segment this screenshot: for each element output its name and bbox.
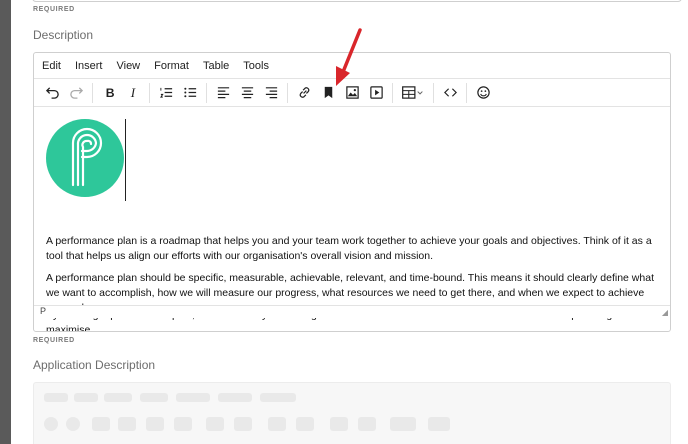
required-note-top: REQUIRED xyxy=(33,6,75,13)
skeleton-bar xyxy=(260,393,296,402)
toolbar-separator xyxy=(92,82,93,103)
menu-format[interactable]: Format xyxy=(154,60,189,72)
skeleton-dot xyxy=(118,417,136,431)
toolbar-separator xyxy=(392,82,393,103)
skeleton-bar xyxy=(44,393,68,402)
skeleton-dot xyxy=(92,417,110,431)
menu-edit[interactable]: Edit xyxy=(42,60,61,72)
skeleton-dot xyxy=(66,417,80,431)
align-left-icon[interactable] xyxy=(211,82,235,104)
skeleton-dot xyxy=(428,417,450,431)
skeleton-dot xyxy=(234,417,252,431)
editor-menubar: Edit Insert View Format Table Tools xyxy=(34,53,670,79)
align-right-icon[interactable] xyxy=(259,82,283,104)
skeleton-dot xyxy=(206,417,224,431)
skeleton-dot xyxy=(390,417,416,431)
skeleton-dot xyxy=(174,417,192,431)
bookmark-icon[interactable] xyxy=(316,82,340,104)
link-icon[interactable] xyxy=(292,82,316,104)
bold-icon[interactable]: B xyxy=(97,82,121,104)
redo-icon[interactable] xyxy=(64,82,88,104)
image-icon[interactable] xyxy=(340,82,364,104)
svg-text:B: B xyxy=(105,86,114,100)
skeleton-bar xyxy=(140,393,168,402)
rich-text-editor: Edit Insert View Format Table Tools B I xyxy=(33,52,671,332)
skeleton-dot xyxy=(358,417,376,431)
required-note-bottom: REQUIRED xyxy=(33,337,75,344)
bullet-list-icon[interactable] xyxy=(178,82,202,104)
editor-content[interactable]: A performance plan is a roadmap that hel… xyxy=(34,107,670,331)
editor-toolbar: B I xyxy=(34,79,670,107)
toolbar-separator xyxy=(149,82,150,103)
toolbar-separator xyxy=(287,82,288,103)
skeleton-bar xyxy=(218,393,252,402)
menu-tools[interactable]: Tools xyxy=(243,60,269,72)
element-path[interactable]: P xyxy=(40,306,46,316)
loading-editor-placeholder xyxy=(33,382,671,444)
resize-handle-icon[interactable]: ◢ xyxy=(662,308,668,317)
skeleton-bar xyxy=(74,393,98,402)
p-logo-image[interactable] xyxy=(46,119,124,197)
skeleton-dot xyxy=(330,417,348,431)
undo-icon[interactable] xyxy=(40,82,64,104)
skeleton-dot xyxy=(44,417,58,431)
numbered-list-icon[interactable] xyxy=(154,82,178,104)
text-cursor xyxy=(125,119,126,201)
italic-icon[interactable]: I xyxy=(121,82,145,104)
menu-insert[interactable]: Insert xyxy=(75,60,103,72)
table-icon[interactable] xyxy=(397,82,429,104)
content-paragraph-1: A performance plan is a roadmap that hel… xyxy=(46,235,652,262)
align-center-icon[interactable] xyxy=(235,82,259,104)
emoji-icon[interactable] xyxy=(471,82,495,104)
code-icon[interactable] xyxy=(438,82,462,104)
menu-table[interactable]: Table xyxy=(203,60,229,72)
description-label: Description xyxy=(33,28,94,42)
skeleton-dot xyxy=(268,417,286,431)
skeleton-bar xyxy=(104,393,132,402)
editor-statusbar: P ◢ xyxy=(34,305,670,318)
form-page: REQUIRED Description Edit Insert View Fo… xyxy=(11,0,688,444)
skeleton-dot xyxy=(146,417,164,431)
menu-view[interactable]: View xyxy=(116,60,140,72)
previous-field-edge xyxy=(32,0,682,2)
skeleton-dot xyxy=(296,417,314,431)
application-description-label: Application Description xyxy=(33,358,156,372)
toolbar-separator xyxy=(206,82,207,103)
toolbar-separator xyxy=(433,82,434,103)
svg-text:I: I xyxy=(129,85,135,100)
toolbar-separator xyxy=(466,82,467,103)
media-icon[interactable] xyxy=(364,82,388,104)
skeleton-bar xyxy=(176,393,210,402)
